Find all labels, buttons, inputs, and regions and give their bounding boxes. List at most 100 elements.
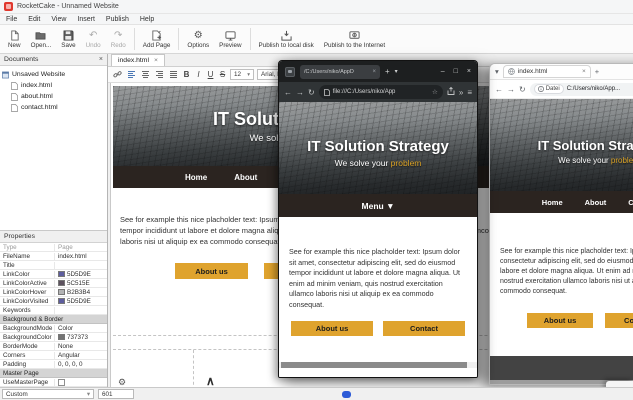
save-icon: [63, 30, 74, 41]
tree-item-index-html[interactable]: index.html: [2, 80, 105, 91]
italic-button[interactable]: I: [194, 70, 203, 79]
back-icon[interactable]: ←: [495, 85, 503, 94]
extensions-chevrons-icon[interactable]: »: [459, 88, 463, 97]
close-tab-icon[interactable]: ×: [582, 68, 586, 75]
new-tab-icon[interactable]: +: [385, 68, 390, 76]
bold-button[interactable]: B: [182, 70, 191, 79]
maximize-icon[interactable]: □: [454, 68, 458, 75]
forward-icon[interactable]: →: [296, 88, 304, 97]
property-row-linkcolorhover[interactable]: LinkColorHover B2B3B4: [0, 288, 107, 297]
align-right-icon[interactable]: [154, 69, 165, 80]
desktop-browser-tab[interactable]: index.html ×: [503, 65, 591, 78]
align-justify-icon[interactable]: [168, 69, 179, 80]
close-tab-icon[interactable]: ×: [372, 69, 376, 75]
nav-link-contact[interactable]: Contact: [628, 198, 633, 207]
menu-edit[interactable]: Edit: [28, 16, 40, 23]
menu-publish[interactable]: Publish: [106, 16, 129, 23]
strikethrough-button[interactable]: S: [218, 70, 227, 79]
color-swatch[interactable]: [58, 289, 65, 295]
scrollbar-thumb[interactable]: [281, 362, 467, 368]
url-bar[interactable]: Datei C:/Users/niko/App...: [530, 83, 633, 96]
open-button[interactable]: Open...: [26, 29, 57, 50]
align-left-icon[interactable]: [126, 69, 137, 80]
add-page-button[interactable]: Add Page: [138, 29, 176, 50]
property-row-usemasterpage[interactable]: UseMasterPage: [0, 378, 107, 387]
tab-index-html[interactable]: index.html ×: [111, 54, 165, 66]
url-bar[interactable]: file:///C:/Users/niko/App ☆: [319, 85, 443, 99]
property-row-title[interactable]: Title: [0, 261, 107, 270]
footer-gear-icon[interactable]: ⚙: [118, 377, 126, 387]
about-us-button[interactable]: About us: [175, 263, 248, 279]
share-icon[interactable]: [447, 87, 455, 97]
contact-button[interactable]: Contact: [383, 321, 465, 336]
site-info-chip[interactable]: Datei: [534, 84, 564, 94]
mobile-menu-toggle[interactable]: Menu ▼: [362, 201, 395, 211]
contact-button[interactable]: Contact: [605, 313, 633, 328]
property-row-backgroundmode[interactable]: BackgroundMode Color: [0, 324, 107, 333]
nav-link-about[interactable]: About: [234, 173, 257, 182]
tab-search-icon[interactable]: ▾: [395, 69, 398, 75]
about-us-button[interactable]: About us: [527, 313, 593, 328]
reload-icon[interactable]: ↻: [519, 85, 526, 94]
close-icon[interactable]: ×: [99, 56, 103, 63]
horizontal-scrollbar[interactable]: [279, 362, 477, 368]
property-row-keywords[interactable]: Keywords: [0, 306, 107, 315]
nav-link-home[interactable]: Home: [185, 173, 207, 182]
tab-search-icon[interactable]: ▾: [495, 68, 499, 76]
redo-button[interactable]: ↷ Redo: [106, 29, 131, 50]
zoom-mode-select[interactable]: Custom ▾: [2, 389, 94, 399]
new-button[interactable]: New: [3, 29, 26, 50]
property-row-bordermode[interactable]: BorderMode None: [0, 342, 107, 351]
save-button[interactable]: Save: [56, 29, 80, 50]
window-title: RocketCake - Unnamed Website: [17, 3, 119, 10]
menu-insert[interactable]: Insert: [77, 16, 95, 23]
horizontal-scrollbar[interactable]: [138, 390, 631, 399]
usemasterpage-checkbox[interactable]: [58, 379, 65, 386]
app-logo-icon: [4, 2, 13, 11]
menu-help[interactable]: Help: [140, 16, 154, 23]
browser-menu-icon[interactable]: ≡: [467, 88, 472, 97]
property-row-filename[interactable]: FileName index.html: [0, 252, 107, 261]
color-swatch[interactable]: [58, 334, 65, 340]
tree-item-about-html[interactable]: about.html: [2, 91, 105, 102]
color-swatch[interactable]: [58, 271, 65, 277]
tree-item-contact-html[interactable]: contact.html: [2, 102, 105, 113]
publish-local-disk-button[interactable]: Publish to local disk: [254, 29, 319, 50]
mobile-browser-tab[interactable]: /C:/Users/niko/AppD ×: [300, 65, 380, 79]
nav-link-about[interactable]: About: [585, 198, 607, 207]
preview-button[interactable]: Preview: [214, 29, 246, 50]
underline-button[interactable]: U: [206, 70, 215, 79]
nav-link-home[interactable]: Home: [542, 198, 563, 207]
menu-view[interactable]: View: [51, 16, 66, 23]
menu-file[interactable]: File: [6, 16, 17, 23]
desktop-browser-tabbar: ▾ index.html × +: [490, 64, 633, 80]
property-row-linkcoloractive[interactable]: LinkColorActive 5C515E: [0, 279, 107, 288]
close-icon[interactable]: ×: [467, 68, 471, 75]
options-button[interactable]: ⚙ Options: [182, 29, 214, 50]
property-row-padding[interactable]: Padding 0, 0, 0, 0: [0, 360, 107, 369]
property-row-linkcolor[interactable]: LinkColor 5D5D9E: [0, 270, 107, 279]
site-button-row: About us Contact: [500, 313, 633, 328]
color-swatch[interactable]: [58, 280, 65, 286]
new-tab-icon[interactable]: +: [595, 68, 599, 76]
property-row-backgroundcolor[interactable]: BackgroundColor 737373: [0, 333, 107, 342]
tree-item-website-root[interactable]: Unsaved Website: [2, 69, 105, 80]
hyperlink-icon[interactable]: [112, 69, 123, 80]
zoom-value-field[interactable]: 601: [98, 389, 134, 399]
undo-button[interactable]: ↶ Undo: [81, 29, 106, 50]
back-icon[interactable]: ←: [284, 88, 292, 97]
reload-icon[interactable]: ↻: [308, 88, 315, 97]
property-row-linkcolorvisited[interactable]: LinkColorVisited 5D5D9E: [0, 297, 107, 306]
color-swatch[interactable]: [58, 298, 65, 304]
align-center-icon[interactable]: [140, 69, 151, 80]
scrollbar-thumb[interactable]: [342, 391, 351, 398]
property-row-corners[interactable]: Corners Angular: [0, 351, 107, 360]
footer-caret-icon[interactable]: ∧: [206, 374, 215, 387]
bookmark-star-icon[interactable]: ☆: [432, 88, 438, 96]
minimize-icon[interactable]: –: [441, 68, 445, 75]
close-tab-icon[interactable]: ×: [154, 57, 158, 64]
font-size-select[interactable]: 12 ▾: [230, 69, 254, 80]
forward-icon[interactable]: →: [507, 85, 515, 94]
about-us-button[interactable]: About us: [291, 321, 373, 336]
publish-internet-button[interactable]: Publish to the Internet: [319, 29, 390, 50]
